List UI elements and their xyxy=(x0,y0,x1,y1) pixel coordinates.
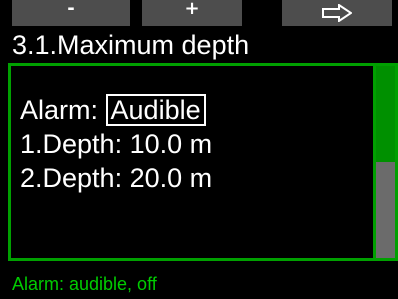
next-button[interactable] xyxy=(282,0,392,26)
scroll-thumb[interactable] xyxy=(376,66,395,162)
depth1-row[interactable]: 1.Depth: 10.0 m xyxy=(20,128,212,160)
depth2-row[interactable]: 2.Depth: 20.0 m xyxy=(20,162,212,194)
minus-icon: - xyxy=(67,0,75,19)
decrease-button[interactable]: - xyxy=(12,0,130,26)
alarm-row[interactable]: Alarm: Audible xyxy=(20,94,206,126)
depth1-label: 1.Depth: xyxy=(20,129,123,159)
alarm-value[interactable]: Audible xyxy=(105,94,206,126)
depth2-value[interactable]: 20.0 m xyxy=(130,163,213,193)
alarm-label: Alarm: xyxy=(20,95,99,125)
depth2-label: 2.Depth: xyxy=(20,163,123,193)
depth1-value[interactable]: 10.0 m xyxy=(130,129,213,159)
scrollbar[interactable] xyxy=(376,63,398,261)
status-text: Alarm: audible, off xyxy=(12,274,157,294)
arrow-right-icon xyxy=(322,4,352,22)
plus-icon: + xyxy=(184,0,200,19)
softkey-bar: - + xyxy=(0,0,398,26)
increase-button[interactable]: + xyxy=(142,0,242,26)
page-title: 3.1.Maximum depth xyxy=(12,30,250,60)
